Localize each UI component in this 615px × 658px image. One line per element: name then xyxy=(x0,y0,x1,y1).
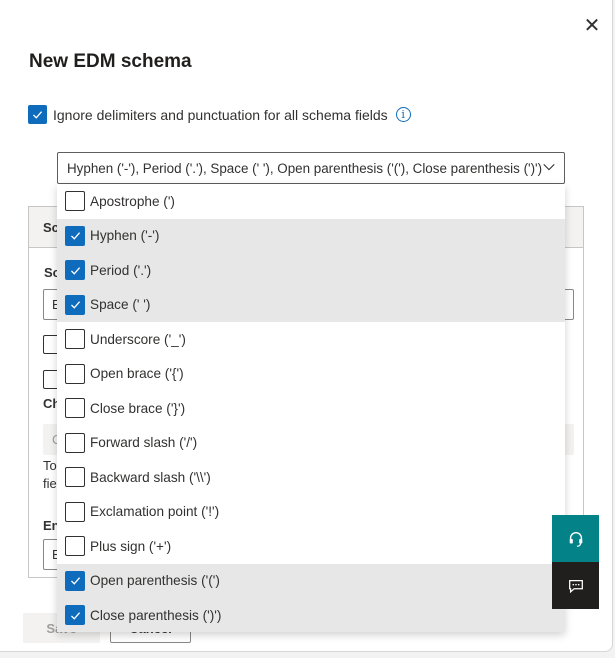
dropdown-option[interactable]: Space (' ') xyxy=(57,287,565,322)
dropdown-option[interactable]: Apostrophe (') xyxy=(57,184,565,219)
dropdown-option[interactable]: Backward slash ('\\') xyxy=(57,460,565,495)
help-text-line-2: fie xyxy=(43,476,57,491)
ignore-delimiters-label: Ignore delimiters and punctuation for al… xyxy=(53,106,388,123)
checkmark-icon xyxy=(70,266,80,275)
option-label: Open parenthesis ('(') xyxy=(90,573,220,589)
option-checkbox[interactable] xyxy=(65,605,85,626)
checkmark-icon xyxy=(70,232,80,240)
chevron-down-icon xyxy=(543,163,555,171)
option-label: Underscore ('_') xyxy=(90,331,186,347)
ignore-delimiters-checkbox[interactable] xyxy=(28,105,47,124)
option-label: Plus sign ('+') xyxy=(90,538,172,554)
option-label: Forward slash ('/') xyxy=(90,435,198,451)
dropdown-option[interactable]: Close parenthesis (')') xyxy=(57,598,565,632)
dropdown-option[interactable]: Plus sign ('+') xyxy=(57,529,565,564)
option-checkbox[interactable] xyxy=(65,225,85,246)
option-checkbox[interactable] xyxy=(65,260,85,281)
option-checkbox[interactable] xyxy=(65,294,85,315)
option-label: Space (' ') xyxy=(90,297,151,313)
option-label: Open brace ('{') xyxy=(90,366,184,382)
option-checkbox[interactable] xyxy=(65,570,85,591)
help-button[interactable] xyxy=(552,515,599,562)
delimiters-listbox: Apostrophe (') Hyphen ('-') Period ('.') Sp… xyxy=(57,184,565,632)
option-checkbox[interactable] xyxy=(65,501,85,522)
headset-icon xyxy=(569,531,582,547)
option-checkbox[interactable] xyxy=(65,363,85,384)
option-checkbox[interactable] xyxy=(65,432,85,453)
option-checkbox[interactable] xyxy=(65,398,85,419)
checkmark-icon xyxy=(70,611,80,620)
feedback-icon xyxy=(568,579,583,593)
dropdown-option[interactable]: Open parenthesis ('(') xyxy=(57,563,565,598)
ignore-delimiters-row: Ignore delimiters and punctuation for al… xyxy=(28,105,411,124)
checkmark-icon xyxy=(70,577,80,585)
option-checkbox[interactable] xyxy=(65,329,85,350)
option-label: Hyphen ('-') xyxy=(90,228,160,244)
close-icon[interactable]: ✕ xyxy=(580,14,604,38)
edm-schema-panel: ✕ New EDM schema Ignore delimiters and p… xyxy=(0,0,613,652)
info-icon[interactable]: i xyxy=(395,107,411,122)
option-label: Close parenthesis (')') xyxy=(90,607,222,623)
dropdown-selected-text: Hyphen ('-'), Period ('.'), Space (' '),… xyxy=(67,160,543,176)
checkmark-icon xyxy=(32,111,43,119)
help-text-line-1: To xyxy=(43,458,57,473)
option-label: Backward slash ('\\') xyxy=(90,469,211,485)
dropdown-option[interactable]: Forward slash ('/') xyxy=(57,426,565,461)
checkmark-icon xyxy=(70,301,80,309)
option-label: Close brace ('}') xyxy=(90,400,186,416)
option-checkbox[interactable] xyxy=(65,467,85,488)
dropdown-option[interactable]: Exclamation point ('!') xyxy=(57,495,565,530)
option-label: Apostrophe (') xyxy=(90,193,175,209)
option-label: Period ('.') xyxy=(90,262,152,278)
option-checkbox[interactable] xyxy=(65,536,85,557)
page-title: New EDM schema xyxy=(29,51,192,72)
dropdown-option[interactable]: Period ('.') xyxy=(57,253,565,288)
option-label: Exclamation point ('!') xyxy=(90,504,220,520)
dropdown-option[interactable]: Open brace ('{') xyxy=(57,357,565,392)
dropdown-option[interactable]: Close brace ('}') xyxy=(57,391,565,426)
feedback-button[interactable] xyxy=(552,562,599,609)
option-checkbox[interactable] xyxy=(65,191,85,212)
dropdown-option[interactable]: Underscore ('_') xyxy=(57,322,565,357)
dropdown-option[interactable]: Hyphen ('-') xyxy=(57,218,565,253)
delimiters-dropdown[interactable]: Hyphen ('-'), Period ('.'), Space (' '),… xyxy=(57,152,565,184)
